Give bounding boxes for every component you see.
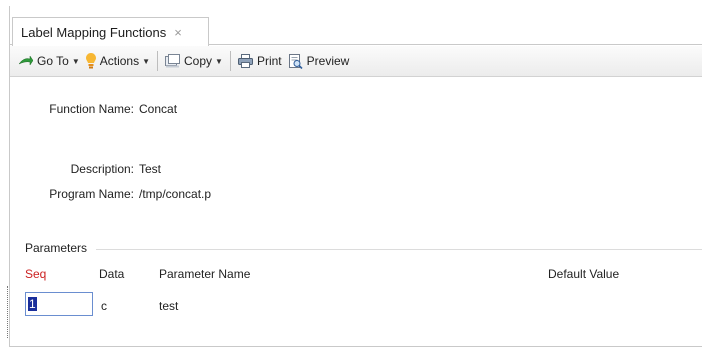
print-button[interactable]: Print	[235, 50, 285, 72]
toolbar-separator	[229, 51, 231, 71]
chevron-down-icon: ▼	[215, 56, 223, 66]
copy-label: Copy	[184, 54, 213, 68]
description-value: Test	[139, 162, 162, 176]
actions-label: Actions	[99, 54, 140, 68]
label-mapping-functions-window: Label Mapping Functions × Go To ▼ Action…	[0, 0, 702, 350]
actions-button[interactable]: Actions ▼	[83, 50, 153, 72]
go-to-button[interactable]: Go To ▼	[16, 50, 83, 72]
parameters-divider	[96, 249, 702, 250]
parameters-section-title: Parameters	[25, 241, 94, 255]
tab-title: Label Mapping Functions	[21, 24, 167, 40]
preview-label: Preview	[306, 54, 350, 68]
seq-input[interactable]: 1	[25, 292, 93, 316]
chevron-down-icon: ▼	[71, 56, 80, 66]
go-to-label: Go To	[37, 54, 69, 68]
tab-strip: Label Mapping Functions ×	[10, 6, 702, 46]
print-preview-icon	[288, 53, 303, 69]
print-label: Print	[256, 54, 282, 68]
tab-label-mapping-functions[interactable]: Label Mapping Functions ×	[12, 17, 209, 46]
function-name-value: Concat	[139, 102, 178, 116]
preview-button[interactable]: Preview	[285, 50, 353, 72]
description-label: Description:	[70, 162, 134, 176]
close-icon[interactable]: ×	[174, 25, 182, 40]
program-name-label: Program Name:	[49, 187, 134, 201]
copy-icon	[165, 54, 181, 68]
function-name-label: Function Name:	[49, 102, 134, 116]
splitter-handle[interactable]	[7, 286, 8, 338]
copy-button[interactable]: Copy ▼	[162, 50, 226, 72]
column-header-seq[interactable]: Seq	[25, 267, 46, 281]
toolbar-separator	[157, 51, 159, 71]
frame-bottom-border	[9, 346, 702, 347]
printer-icon	[237, 54, 253, 68]
program-name-value: /tmp/concat.p	[139, 187, 212, 201]
column-header-data[interactable]: Data	[99, 267, 124, 281]
data-cell[interactable]: c	[101, 299, 107, 313]
column-header-parameter-name[interactable]: Parameter Name	[159, 267, 250, 281]
lightbulb-icon	[85, 53, 96, 69]
parameter-name-cell[interactable]: test	[159, 299, 178, 313]
column-header-default-value[interactable]: Default Value	[548, 267, 619, 281]
chevron-down-icon: ▼	[142, 56, 151, 66]
seq-selected-text: 1	[28, 297, 37, 311]
go-arrow-icon	[19, 56, 33, 66]
toolbar: Go To ▼ Actions ▼ Copy ▼ Print Preview	[10, 46, 702, 77]
